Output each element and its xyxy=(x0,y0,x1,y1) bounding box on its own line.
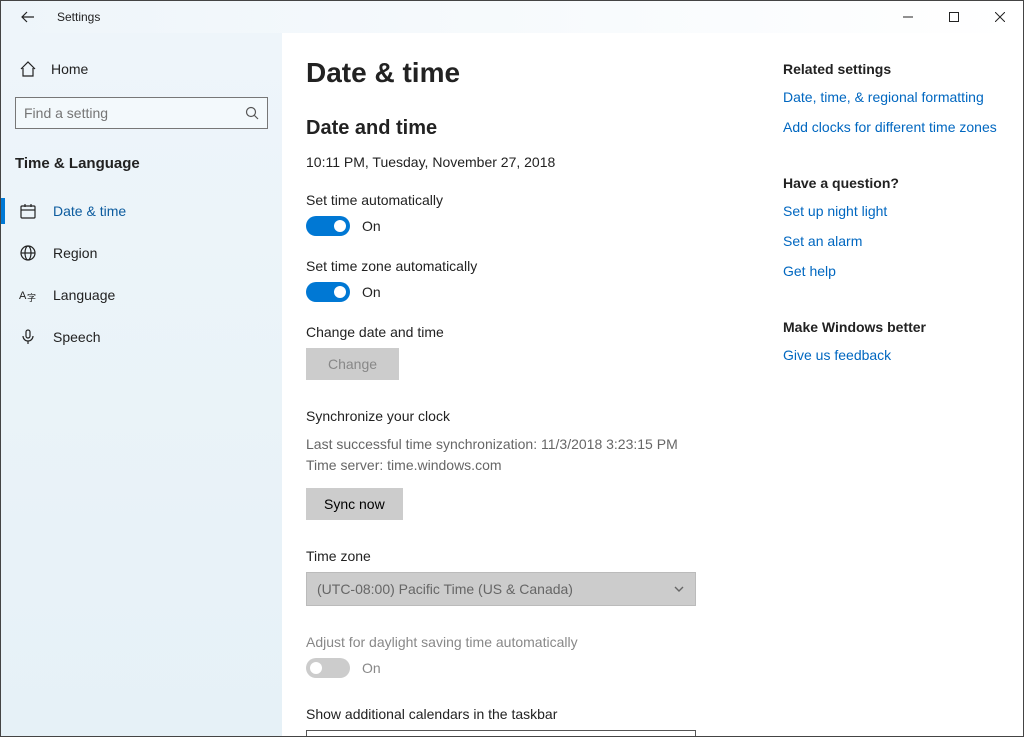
search-icon xyxy=(245,106,259,120)
sync-block: Synchronize your clock Last successful t… xyxy=(306,408,763,520)
toggle-status: On xyxy=(362,218,381,234)
minimize-icon xyxy=(903,12,913,22)
page-title: Date & time xyxy=(306,57,763,89)
link-night-light[interactable]: Set up night light xyxy=(783,203,1003,219)
category-title: Time & Language xyxy=(1,143,282,190)
change-dt-block: Change date and time Change xyxy=(306,324,763,380)
sync-last: Last successful time synchronization: 11… xyxy=(306,434,763,455)
change-button: Change xyxy=(306,348,399,380)
home-nav[interactable]: Home xyxy=(1,49,282,89)
sidebar: Home Time & Language Date & time xyxy=(1,33,282,736)
sidebar-item-date-time[interactable]: Date & time xyxy=(1,190,282,232)
toggle-dst xyxy=(306,658,350,678)
label-sync: Synchronize your clock xyxy=(306,408,763,424)
globe-icon xyxy=(19,244,37,262)
current-datetime: 10:11 PM, Tuesday, November 27, 2018 xyxy=(306,154,763,170)
back-arrow-icon xyxy=(21,10,35,24)
content-column: Date & time Date and time 10:11 PM, Tues… xyxy=(306,57,763,716)
body: Home Time & Language Date & time xyxy=(1,33,1023,736)
sync-now-button[interactable]: Sync now xyxy=(306,488,403,520)
question-section: Have a question? Set up night light Set … xyxy=(783,175,1003,279)
toggle-row-dst: On xyxy=(306,658,763,678)
nav-label: Speech xyxy=(53,329,100,345)
addcal-block: Show additional calendars in the taskbar… xyxy=(306,706,763,736)
home-label: Home xyxy=(51,61,88,77)
sidebar-item-speech[interactable]: Speech xyxy=(1,316,282,358)
related-settings-section: Related settings Date, time, & regional … xyxy=(783,61,1003,135)
settings-window: Settings Home xyxy=(0,0,1024,737)
link-regional-formatting[interactable]: Date, time, & regional formatting xyxy=(783,89,1003,105)
microphone-icon xyxy=(19,328,37,346)
link-set-alarm[interactable]: Set an alarm xyxy=(783,233,1003,249)
section-date-time: Date and time xyxy=(306,117,763,140)
search-wrap xyxy=(1,89,282,143)
close-icon xyxy=(995,12,1005,22)
nav-label: Region xyxy=(53,245,97,261)
related-heading: Related settings xyxy=(783,61,1003,77)
search-input[interactable] xyxy=(24,105,245,121)
label-set-time-auto: Set time automatically xyxy=(306,192,763,208)
maximize-icon xyxy=(949,12,959,22)
label-tz: Time zone xyxy=(306,548,763,564)
home-icon xyxy=(19,60,37,78)
addcal-dropdown[interactable]: Don't show additional calendars xyxy=(306,730,696,736)
label-addcal: Show additional calendars in the taskbar xyxy=(306,706,763,722)
tz-block: Time zone (UTC-08:00) Pacific Time (US &… xyxy=(306,548,763,606)
label-set-tz-auto: Set time zone automatically xyxy=(306,258,763,274)
toggle-status: On xyxy=(362,660,381,676)
sidebar-item-region[interactable]: Region xyxy=(1,232,282,274)
window-title: Settings xyxy=(57,10,100,24)
link-get-help[interactable]: Get help xyxy=(783,263,1003,279)
toggle-row-set-tz-auto: On xyxy=(306,282,763,302)
toggle-row-set-time-auto: On xyxy=(306,216,763,236)
nav-label: Date & time xyxy=(53,203,126,219)
search-box[interactable] xyxy=(15,97,268,129)
better-section: Make Windows better Give us feedback xyxy=(783,319,1003,363)
link-feedback[interactable]: Give us feedback xyxy=(783,347,1003,363)
window-controls xyxy=(885,1,1023,33)
dst-block: Adjust for daylight saving time automati… xyxy=(306,634,763,678)
label-dst: Adjust for daylight saving time automati… xyxy=(306,634,763,650)
maximize-button[interactable] xyxy=(931,1,977,33)
titlebar: Settings xyxy=(1,1,1023,33)
right-column: Related settings Date, time, & regional … xyxy=(783,57,1003,716)
minimize-button[interactable] xyxy=(885,1,931,33)
toggle-set-time-auto[interactable] xyxy=(306,216,350,236)
nav-label: Language xyxy=(53,287,115,303)
better-heading: Make Windows better xyxy=(783,319,1003,335)
back-button[interactable] xyxy=(19,8,37,26)
close-button[interactable] xyxy=(977,1,1023,33)
tz-dropdown: (UTC-08:00) Pacific Time (US & Canada) xyxy=(306,572,696,606)
link-add-clocks[interactable]: Add clocks for different time zones xyxy=(783,119,1003,135)
main-content: Date & time Date and time 10:11 PM, Tues… xyxy=(282,33,1023,736)
sidebar-item-language[interactable]: A字 Language xyxy=(1,274,282,316)
toggle-status: On xyxy=(362,284,381,300)
svg-text:字: 字 xyxy=(27,292,36,303)
label-change-dt: Change date and time xyxy=(306,324,763,340)
svg-text:A: A xyxy=(19,290,27,302)
sync-server: Time server: time.windows.com xyxy=(306,455,763,476)
chevron-down-icon xyxy=(673,583,685,595)
language-icon: A字 xyxy=(19,286,37,304)
toggle-set-tz-auto[interactable] xyxy=(306,282,350,302)
tz-value: (UTC-08:00) Pacific Time (US & Canada) xyxy=(317,581,573,597)
clock-icon xyxy=(19,202,37,220)
question-heading: Have a question? xyxy=(783,175,1003,191)
